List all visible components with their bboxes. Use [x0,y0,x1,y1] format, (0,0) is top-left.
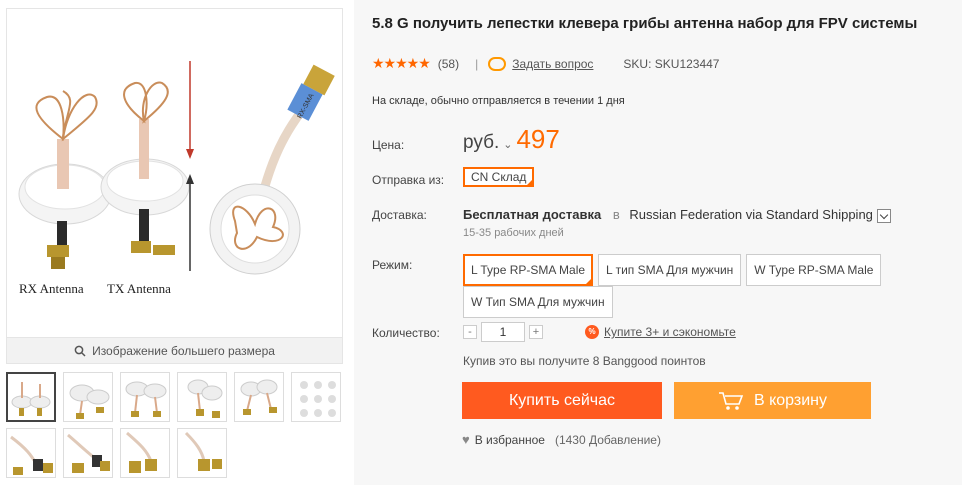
wishlist-count: (1430 Добавление) [554,432,661,447]
dropdown-icon[interactable] [876,208,891,223]
shipping-method[interactable]: Russian Federation via Standard Shipping [629,207,873,222]
product-title: 5.8 G получить лепестки клевера грибы ан… [372,15,918,32]
add-to-cart-button[interactable]: В корзину [674,382,871,419]
sku-text: SKU: SKU123447 [623,56,720,71]
thumbnail-strip [6,372,343,478]
tx-antenna-label: TX Antenna [107,281,171,296]
bulk-deal-link[interactable]: Купите 3+ и сэкономьте [604,325,736,339]
thumbnail[interactable] [291,372,341,422]
quantity-input[interactable]: 1 [481,322,525,342]
heart-icon[interactable]: ♥ [462,432,470,447]
rx-antenna-graphic [18,90,112,269]
thumbnail[interactable] [6,372,56,422]
ship-from-options: CN Склад ✔ [463,167,539,187]
mode-options: L Type RP-SMA Male ✔ L тип SMA Для мужчин W… [463,254,903,318]
delivery-days: 15-35 рабочих дней [463,226,564,239]
rating-row: ★★★★★ (58) | Задать вопрос SKU: SKU12344… [372,55,719,72]
zoom-label: Изображение большего размера [92,343,275,358]
delivery-info: Бесплатная доставка в Russian Federation… [463,207,891,239]
reward-points-text: Купив это вы получите 8 Banggood поинтов [463,354,706,368]
stock-status: На складе, обычно отправляется в течении… [372,95,625,107]
mode-option[interactable]: L тип SMA Для мужчин [598,254,742,286]
wishlist-link[interactable]: В избранное [475,433,545,447]
rating-stars[interactable]: ★★★★★ [372,55,431,72]
magnifier-icon [74,345,86,357]
wishlist: ♥ В избранное (1430 Добавление) [462,432,661,447]
bulk-deal: % Купите 3+ и сэкономьте [585,325,736,339]
currency-selector[interactable]: руб. [463,132,499,154]
price-label: Цена: [372,138,405,152]
discount-icon: % [585,325,599,339]
increase-button[interactable]: + [529,325,543,339]
check-icon: ✔ [585,268,592,275]
quantity-stepper: - 1 + % Купите 3+ и сэкономьте [463,322,736,342]
buy-now-button[interactable]: Купить сейчас [462,382,662,419]
mode-option[interactable]: W Тип SMA Для мужчин [463,286,613,318]
chevron-down-icon[interactable]: ⌄ [503,138,512,151]
zoom-bar[interactable]: Изображение большего размера [6,338,343,364]
thumbnail[interactable] [177,372,227,422]
free-shipping-text: Бесплатная доставка [463,207,602,222]
thumbnail[interactable] [63,428,113,478]
price-value: 497 [516,124,560,154]
thumbnail[interactable] [120,428,170,478]
thumbnail[interactable] [120,372,170,422]
thumbnail[interactable] [63,372,113,422]
delivery-label: Доставка: [372,208,427,222]
delivery-in: в [612,207,620,222]
mode-option[interactable]: L Type RP-SMA Male ✔ [463,254,594,286]
product-info-panel: 5.8 G получить лепестки клевера грибы ан… [354,0,962,485]
warehouse-option[interactable]: CN Склад ✔ [463,167,535,187]
product-gallery: RX Antenna TX Antenna RX-SMA Изображение… [6,8,343,478]
ask-question-link[interactable]: Задать вопрос [512,57,593,71]
review-count[interactable]: (58) [438,57,459,71]
price-block: руб. ⌄ 497 [463,124,560,155]
ship-from-label: Отправка из: [372,173,445,187]
check-icon: ✔ [526,179,533,186]
thumbnail[interactable] [234,372,284,422]
mode-option[interactable]: W Type RP-SMA Male [746,254,882,286]
thumbnail[interactable] [177,428,227,478]
main-product-image[interactable]: RX Antenna TX Antenna RX-SMA [6,8,343,338]
tx-antenna-graphic [100,81,190,255]
decrease-button[interactable]: - [463,325,477,339]
rx-antenna-label: RX Antenna [19,281,84,296]
quantity-label: Количество: [372,326,440,340]
cart-icon [718,391,744,411]
chat-bubble-icon [488,56,507,71]
antenna-illustration: RX Antenna TX Antenna RX-SMA [18,61,335,296]
divider: | [475,56,479,71]
thumbnail[interactable] [6,428,56,478]
cable-antenna-graphic [209,64,335,275]
mode-label: Режим: [372,258,413,272]
